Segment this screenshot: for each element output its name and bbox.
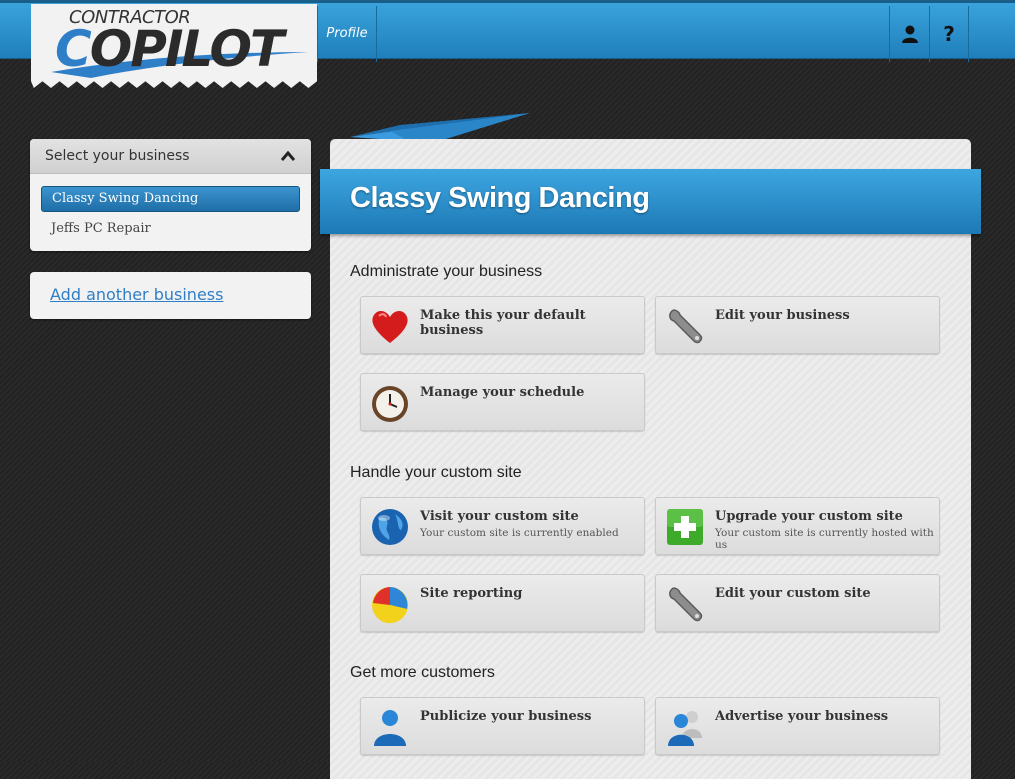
visit-custom-site-button[interactable]: Visit your custom site Your custom site … <box>360 497 645 555</box>
tile-title: Edit your business <box>715 308 850 323</box>
nav-profile-link[interactable]: Profile <box>317 6 377 62</box>
select-business-panel: Select your business Classy Swing Dancin… <box>30 139 311 251</box>
contractor-copilot-logo[interactable]: CONTRACTOR COPILOT <box>31 4 317 88</box>
tile-title: Make this your default business <box>420 308 586 338</box>
tile-title: Advertise your business <box>715 709 889 724</box>
manage-schedule-button[interactable]: Manage your schedule <box>360 373 645 431</box>
upgrade-custom-site-button[interactable]: Upgrade your custom site Your custom sit… <box>655 497 940 555</box>
business-item-jeffs-pc-repair[interactable]: Jeffs PC Repair <box>41 216 300 242</box>
help-icon: ? <box>943 22 955 46</box>
tile-title: Edit your custom site <box>715 586 871 601</box>
chevron-up-icon[interactable] <box>281 151 295 161</box>
pie-chart-icon <box>372 587 408 624</box>
add-business-link[interactable]: Add another business <box>30 272 311 318</box>
tile-subtitle: Your custom site is currently enabled <box>420 527 619 539</box>
heart-icon <box>372 311 408 343</box>
add-business-panel: Add another business <box>30 272 311 319</box>
tile-title: Publicize your business <box>420 709 592 724</box>
globe-icon <box>372 509 408 545</box>
user-icon <box>374 710 406 746</box>
select-business-title: Select your business <box>45 148 190 164</box>
default-business-button[interactable]: Make this your default business <box>360 296 645 354</box>
clock-icon <box>372 386 408 422</box>
site-reporting-button[interactable]: Site reporting <box>360 574 645 632</box>
plus-icon <box>667 509 703 545</box>
wrench-icon <box>669 309 703 344</box>
user-account-button[interactable] <box>889 6 929 62</box>
page-title: Classy Swing Dancing <box>350 182 650 214</box>
tile-title: Upgrade your custom site <box>715 509 903 524</box>
users-icon <box>668 711 702 746</box>
user-icon <box>901 25 918 43</box>
section-title-customers: Get more customers <box>350 664 495 681</box>
tile-title: Site reporting <box>420 586 523 601</box>
publicize-business-button[interactable]: Publicize your business <box>360 697 645 755</box>
tile-title: Manage your schedule <box>420 385 585 400</box>
business-item-classy-swing-dancing[interactable]: Classy Swing Dancing <box>41 186 300 212</box>
edit-business-button[interactable]: Edit your business <box>655 296 940 354</box>
section-title-administrate: Administrate your business <box>350 263 543 280</box>
select-business-header[interactable]: Select your business <box>30 139 311 174</box>
main-card <box>330 139 971 779</box>
advertise-business-button[interactable]: Advertise your business <box>655 697 940 755</box>
business-title-ribbon: Classy Swing Dancing <box>320 169 981 234</box>
help-button[interactable]: ? <box>929 6 969 62</box>
wrench-icon <box>669 587 703 622</box>
tile-title: Visit your custom site <box>420 509 579 524</box>
section-title-custom-site: Handle your custom site <box>350 464 522 481</box>
edit-custom-site-button[interactable]: Edit your custom site <box>655 574 940 632</box>
tile-subtitle: Your custom site is currently hosted wit… <box>715 527 934 551</box>
logo-wordmark: COPILOT <box>55 20 284 78</box>
